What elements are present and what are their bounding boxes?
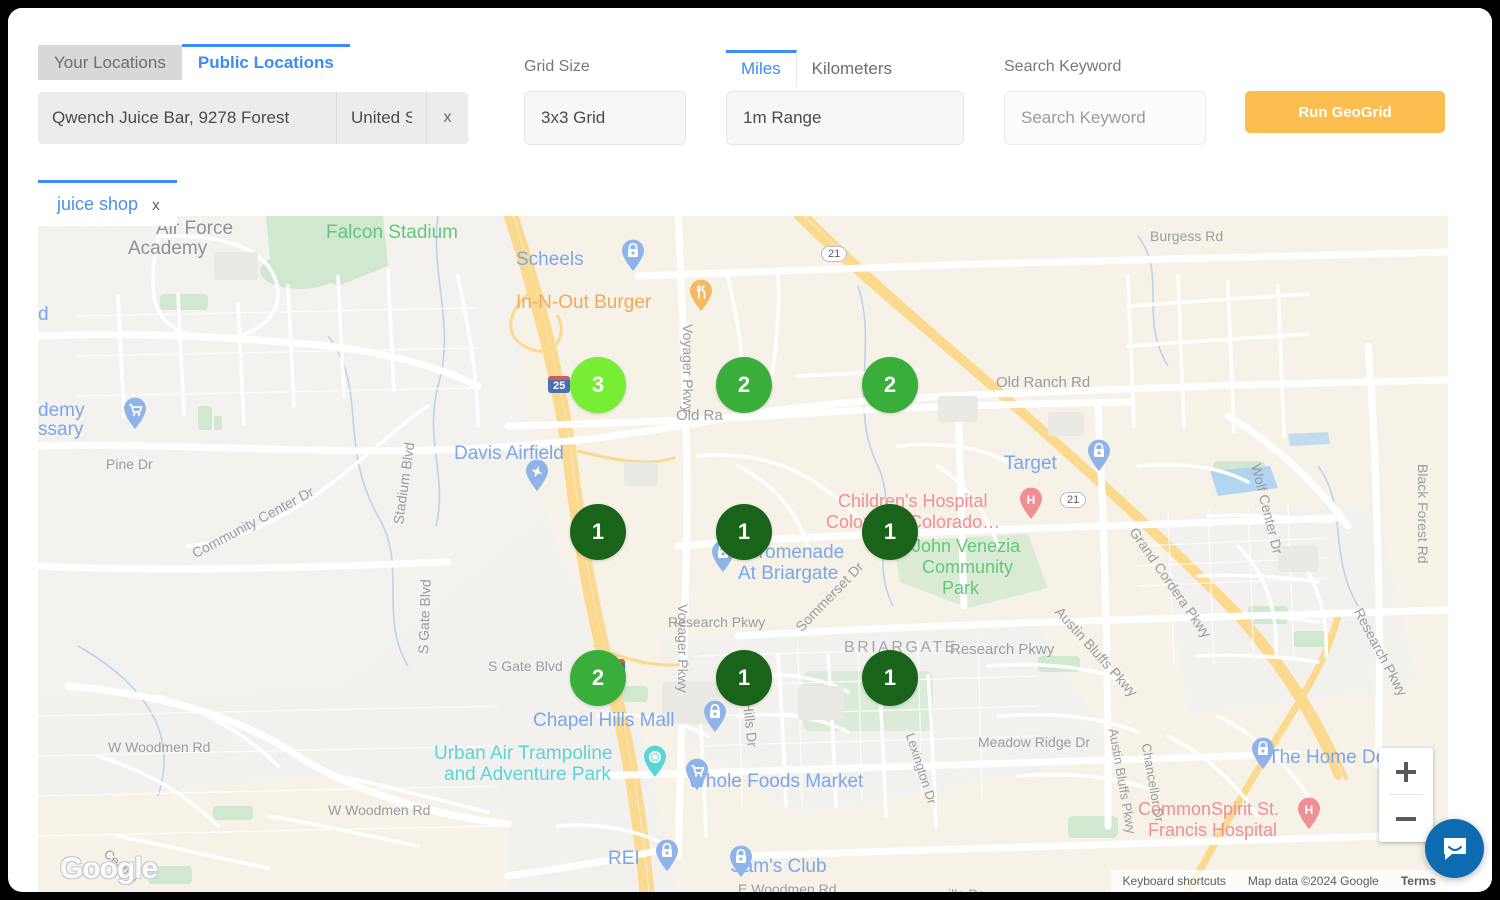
geogrid-rank-marker[interactable]: 1 — [862, 504, 918, 560]
geogrid-rank-marker[interactable]: 3 — [570, 357, 626, 413]
keyboard-shortcuts-link[interactable]: Keyboard shortcuts — [1123, 874, 1226, 888]
app-window: Your Locations Public Locations x Grid S… — [8, 8, 1492, 892]
zoom-out-button[interactable] — [1379, 795, 1433, 842]
run-geogrid-button[interactable]: Run GeoGrid — [1245, 91, 1445, 133]
toolbar: Your Locations Public Locations x Grid S… — [8, 8, 1492, 183]
tab-kilometers-label: Kilometers — [812, 59, 892, 78]
range-select[interactable]: 1m Range — [726, 91, 964, 145]
screenshot-frame: Your Locations Public Locations x Grid S… — [0, 0, 1500, 900]
chat-widget-button[interactable] — [1425, 819, 1484, 878]
zoom-in-button[interactable] — [1379, 748, 1433, 795]
search-keyword-label: Search Keyword — [1004, 58, 1121, 76]
terms-link[interactable]: Terms — [1401, 874, 1436, 888]
interstate-shield-icon: 25 — [548, 376, 570, 393]
highway-shield-icon: 21 — [821, 246, 847, 262]
grid-size-label: Grid Size — [524, 58, 590, 76]
location-tabs: Your Locations Public Locations — [38, 44, 350, 80]
tab-your-locations-label: Your Locations — [54, 53, 166, 72]
location-input-group: x — [38, 92, 468, 144]
keyword-result-close[interactable]: x — [152, 197, 160, 214]
geogrid-rank-marker[interactable]: 2 — [716, 357, 772, 413]
geogrid-rank-marker[interactable]: 1 — [716, 504, 772, 560]
geogrid-rank-marker[interactable]: 2 — [862, 357, 918, 413]
geogrid-rank-marker[interactable]: 2 — [570, 650, 626, 706]
tab-public-locations-label: Public Locations — [198, 53, 334, 72]
clear-location-button[interactable]: x — [426, 92, 468, 144]
unit-tabs: Miles Kilometers — [726, 50, 907, 86]
tab-public-locations[interactable]: Public Locations — [182, 44, 350, 80]
minus-icon — [1395, 808, 1417, 830]
location-country-input[interactable] — [336, 92, 426, 144]
grid-size-select[interactable]: 3x3 Grid — [524, 91, 686, 145]
tab-miles[interactable]: Miles — [726, 50, 797, 86]
map-container[interactable]: .land { fill:#f2f1ee; } .urban { fill:#f… — [38, 216, 1448, 892]
map-attribution: Keyboard shortcuts Map data ©2024 Google… — [1111, 870, 1448, 892]
range-value: 1m Range — [743, 108, 821, 128]
geogrid-rank-marker[interactable]: 1 — [570, 504, 626, 560]
tab-miles-label: Miles — [741, 59, 781, 78]
tab-your-locations[interactable]: Your Locations — [38, 45, 182, 80]
map-data-text: Map data ©2024 Google — [1248, 874, 1379, 888]
tab-kilometers[interactable]: Kilometers — [797, 51, 907, 86]
keyword-result-tab[interactable]: juice shop x — [38, 180, 177, 226]
search-keyword-input[interactable] — [1004, 91, 1206, 145]
map-zoom-controls — [1379, 748, 1433, 842]
geogrid-rank-marker[interactable]: 1 — [716, 650, 772, 706]
location-address-input[interactable] — [38, 92, 336, 144]
highway-shield-icon: 21 — [1060, 492, 1086, 508]
chat-bubble-icon — [1440, 834, 1470, 864]
geogrid-rank-marker[interactable]: 1 — [862, 650, 918, 706]
keyword-result-label: juice shop — [57, 194, 138, 215]
grid-size-value: 3x3 Grid — [541, 108, 605, 128]
plus-icon — [1395, 761, 1417, 783]
